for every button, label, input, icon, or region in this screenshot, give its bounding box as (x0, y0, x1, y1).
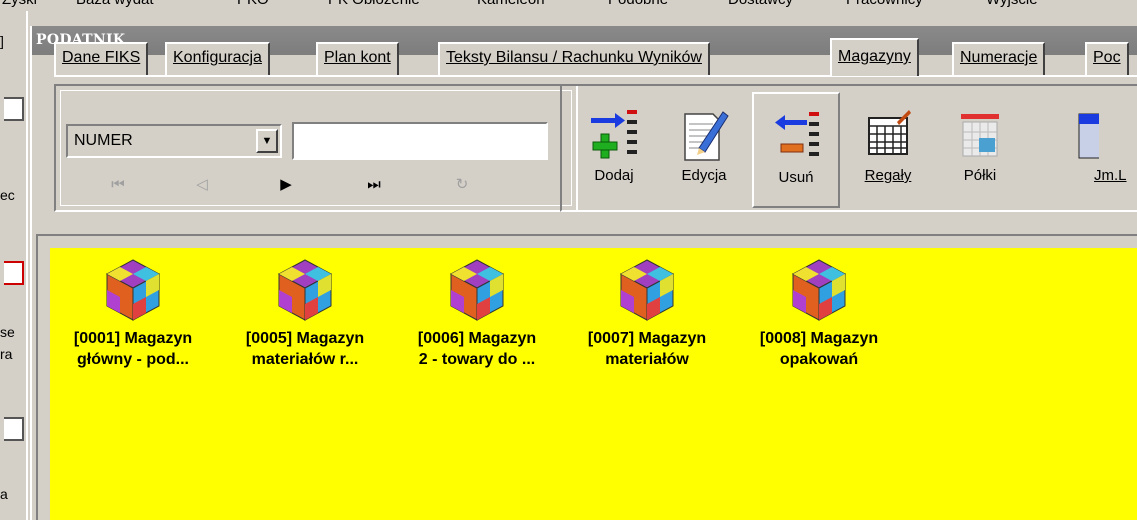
left-fragment-text: ec (0, 187, 15, 203)
menu-item[interactable]: PK Obłożenie (328, 0, 420, 8)
tab-dane-fiks[interactable]: Dane FIKS (54, 42, 149, 76)
warehouse-code-name: [0001] Magazyn (73, 330, 193, 347)
warehouse-description: główny - pod... (77, 351, 189, 368)
warehouse-item[interactable]: [0005] Magazyn materiałów r... (220, 258, 390, 370)
tab-numeracje[interactable]: Numeracje (952, 42, 1046, 76)
cube-icon (791, 259, 847, 321)
window-icon (1078, 113, 1099, 159)
menu-item[interactable]: PKO (237, 0, 269, 8)
racks-button-label: Regały (864, 167, 912, 184)
delete-record-icon (775, 112, 819, 156)
search-input[interactable] (292, 122, 548, 160)
edit-button-label: Edycja (681, 167, 727, 184)
refresh-button[interactable]: ↻ (432, 170, 492, 200)
document-icon (4, 417, 24, 441)
prev-record-button[interactable]: ◁ (172, 170, 232, 200)
tab-baseline (54, 75, 1137, 77)
tab-poc[interactable]: Poc (1085, 42, 1129, 76)
cube-icon (105, 259, 161, 321)
calendar-grid-icon (868, 110, 911, 155)
warehouse-code-name: [0008] Magazyn (759, 330, 879, 347)
app-root: Zyski Baza wydat PKO PK Obłożenie Kamele… (0, 0, 1137, 520)
sort-field-combo[interactable]: NUMER ▼ (66, 124, 282, 158)
chevron-down-icon[interactable]: ▼ (256, 129, 278, 153)
cube-icon (449, 259, 505, 321)
menu-bar: Zyski Baza wydat PKO PK Obłożenie Kamele… (0, 0, 1137, 11)
warehouse-item[interactable]: [0008] Magazyn opakowań (734, 258, 904, 370)
warehouse-description: materiałów r... (251, 351, 359, 368)
sort-field-value: NUMER (74, 132, 133, 149)
tab-konfiguracja[interactable]: Konfiguracja (165, 42, 270, 76)
edit-document-icon (684, 111, 729, 161)
shelves-button-label: Półki (963, 167, 997, 184)
tab-plan-kont[interactable]: Plan kont (316, 42, 399, 76)
add-button-label: Dodaj (594, 167, 634, 184)
menu-item[interactable]: Pracownicy (846, 0, 923, 8)
first-record-button[interactable]: ⏮ (88, 170, 148, 200)
units-button[interactable]: Jm.L (1034, 92, 1137, 208)
last-record-button[interactable]: ⏭ (344, 170, 404, 200)
left-fragment-text: se (0, 324, 15, 340)
tab-teksty-bilansu[interactable]: Teksty Bilansu / Rachunku Wyników (438, 42, 710, 76)
menu-item[interactable]: Wyjście (986, 0, 1038, 8)
warehouse-item[interactable]: [0001] Magazyn główny - pod... (48, 258, 218, 370)
warehouse-code-name: [0005] Magazyn (245, 330, 365, 347)
left-fragment-text: ra (0, 346, 13, 362)
next-record-button[interactable]: ▶ (256, 170, 316, 200)
delete-button-label: Usuń (778, 169, 814, 186)
left-fragment-text: a (0, 486, 8, 502)
delete-button[interactable]: Usuń (752, 92, 840, 208)
warehouse-item[interactable]: [0006] Magazyn 2 - towary do ... (392, 258, 562, 370)
shelves-calendar-icon (961, 114, 999, 157)
cube-icon (277, 259, 333, 321)
document-icon (4, 97, 24, 121)
left-fragment-text: ] (0, 33, 4, 49)
warehouse-item[interactable]: [0007] Magazyn materiałów (562, 258, 732, 370)
warehouse-description: 2 - towary do ... (418, 351, 536, 368)
units-button-label: Jm.L (1094, 167, 1127, 184)
warehouse-code-name: [0007] Magazyn (587, 330, 707, 347)
warehouse-code-name: [0006] Magazyn (417, 330, 537, 347)
menu-item[interactable]: Podobne (608, 0, 668, 8)
edit-button[interactable]: Edycja (660, 92, 748, 208)
racks-button[interactable]: Regały (844, 92, 932, 208)
home-icon (4, 261, 24, 285)
menu-item[interactable]: Baza wydat (76, 0, 154, 8)
add-record-icon (591, 110, 637, 159)
cube-icon (619, 259, 675, 321)
warehouse-description: opakowań (779, 351, 859, 368)
tab-magazyny[interactable]: Magazyny (830, 38, 919, 76)
menu-item[interactable]: Dostawcy (728, 0, 793, 8)
shelves-button[interactable]: Półki (936, 92, 1024, 208)
left-panel-fragment: ] ec se ra a (0, 11, 28, 520)
menu-item[interactable]: Zyski (2, 0, 37, 8)
add-button[interactable]: Dodaj (570, 92, 658, 208)
menu-item[interactable]: Kameleon (477, 0, 545, 8)
warehouse-description: materiałów (605, 351, 689, 368)
